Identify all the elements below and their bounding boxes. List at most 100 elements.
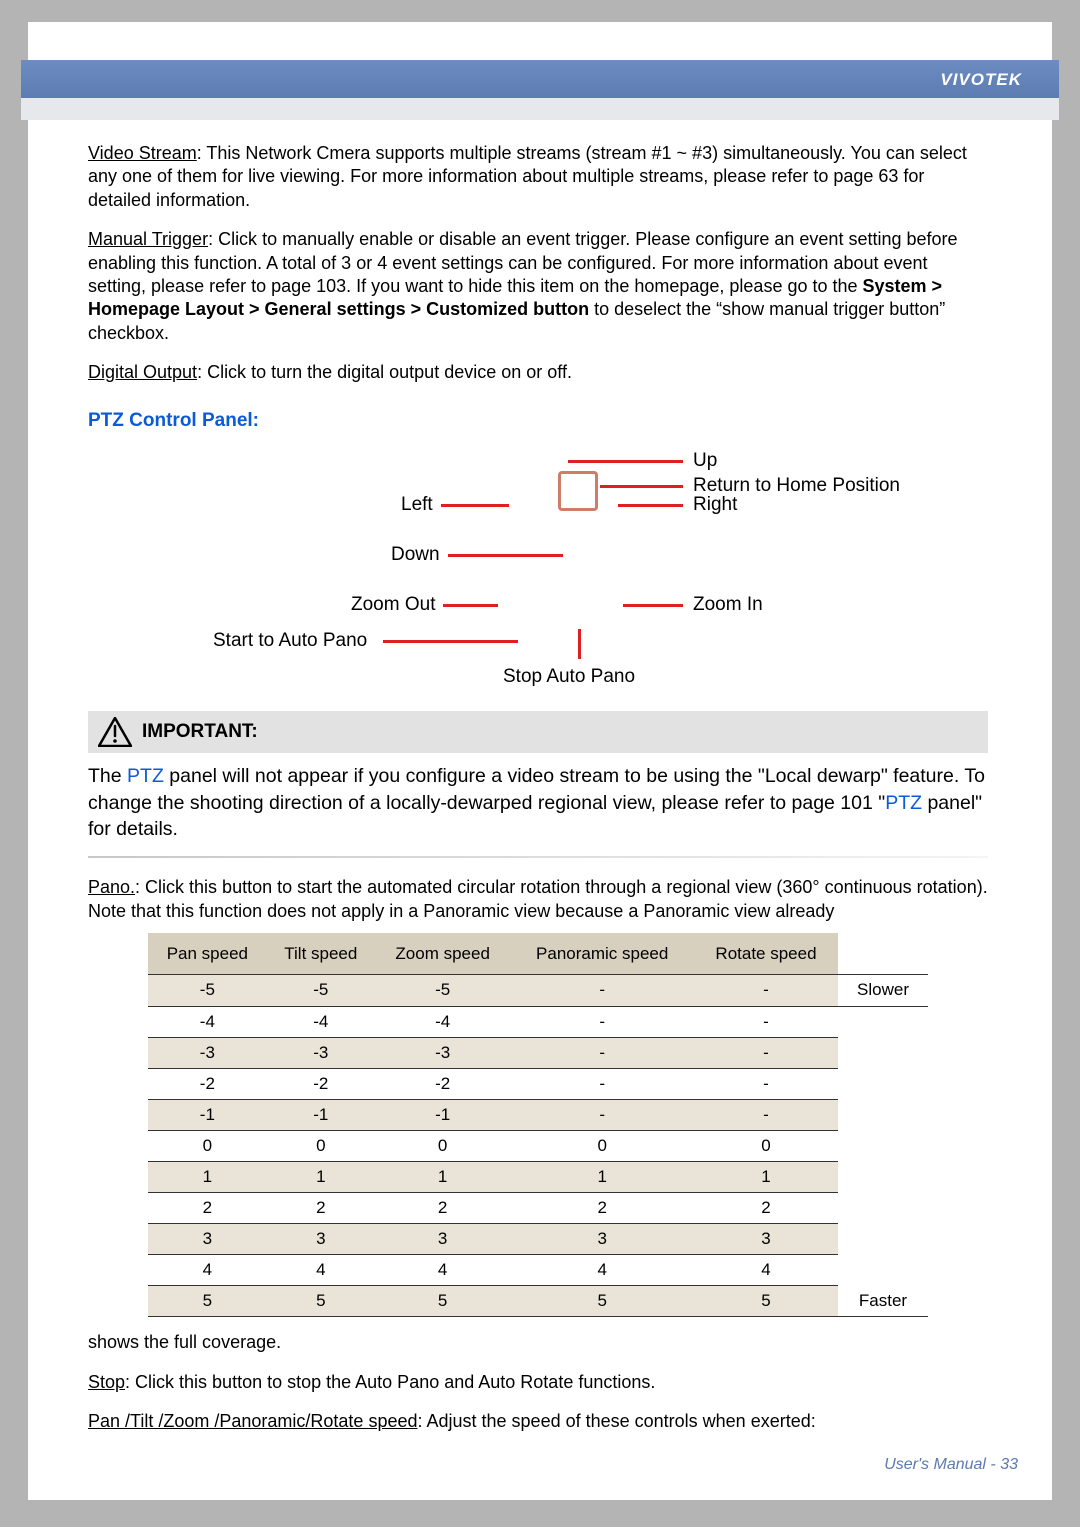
header-subband <box>21 98 1059 120</box>
table-cell: 1 <box>375 1161 510 1192</box>
table-cell: 5 <box>510 1286 694 1317</box>
table-cell: -2 <box>267 1068 375 1099</box>
speed-header: Rotate speed <box>694 933 838 975</box>
table-cell: 4 <box>267 1255 375 1286</box>
table-cell: -3 <box>148 1037 267 1068</box>
pano-text: : Click this button to start the automat… <box>88 877 988 920</box>
up-label: Up <box>693 449 717 474</box>
table-cell: 2 <box>694 1193 838 1224</box>
stop-paragraph: Stop: Click this button to stop the Auto… <box>88 1371 988 1394</box>
zoom-in-label: Zoom In <box>693 593 763 618</box>
up-connector <box>568 460 683 463</box>
speed-desc-text: : Adjust the speed of these controls whe… <box>417 1411 815 1431</box>
table-cell: - <box>510 975 694 1006</box>
table-cell: -2 <box>375 1068 510 1099</box>
table-row: 22222 <box>148 1193 928 1224</box>
table-cell: 3 <box>375 1224 510 1255</box>
table-cell: 0 <box>267 1130 375 1161</box>
manual-trigger-label: Manual Trigger <box>88 229 208 249</box>
table-cell: -2 <box>148 1068 267 1099</box>
page-footer: User's Manual - 33 <box>884 1456 1018 1474</box>
table-cell: -5 <box>267 975 375 1006</box>
speed-header: Zoom speed <box>375 933 510 975</box>
table-cell: - <box>510 1006 694 1037</box>
table-cell: 4 <box>375 1255 510 1286</box>
speed-header <box>838 933 928 975</box>
ptz-link-2[interactable]: PTZ <box>885 792 922 814</box>
down-label: Down <box>391 543 440 568</box>
table-cell: 4 <box>148 1255 267 1286</box>
speed-header: Panoramic speed <box>510 933 694 975</box>
table-row: 33333 <box>148 1224 928 1255</box>
table-cell: - <box>694 1037 838 1068</box>
table-cell: 3 <box>267 1224 375 1255</box>
important-box: IMPORTANT: <box>88 711 988 753</box>
main-content: Video Stream: This Network Cmera support… <box>88 142 988 1450</box>
table-cell: 2 <box>510 1193 694 1224</box>
pano-paragraph: Pano.: Click this button to start the au… <box>88 876 988 923</box>
table-row: -4-4-4-- <box>148 1006 928 1037</box>
table-cell: 4 <box>510 1255 694 1286</box>
table-cell: 2 <box>148 1193 267 1224</box>
table-cell: - <box>694 1006 838 1037</box>
stop-label: Stop <box>88 1372 125 1392</box>
table-row: -2-2-2-- <box>148 1068 928 1099</box>
stop-auto-pano-connector <box>578 629 581 659</box>
table-row: -1-1-1-- <box>148 1099 928 1130</box>
important-paragraph: The PTZ panel will not appear if you con… <box>88 763 988 842</box>
table-cell: - <box>694 1068 838 1099</box>
table-cell: -5 <box>375 975 510 1006</box>
ptz-diagram: Up Return to Home Position Left Right Do… <box>148 443 928 693</box>
speed-desc-label: Pan /Tilt /Zoom /Panoramic/Rotate speed <box>88 1411 417 1431</box>
video-stream-label: Video Stream <box>88 143 197 163</box>
table-cell: -3 <box>267 1037 375 1068</box>
manual-trigger-text-a: : Click to manually enable or disable an… <box>88 229 958 296</box>
zoom-out-connector <box>443 604 498 607</box>
end-col-spacer <box>838 1006 928 1286</box>
table-cell: -3 <box>375 1037 510 1068</box>
table-cell: - <box>694 975 838 1006</box>
table-cell: 3 <box>694 1224 838 1255</box>
warning-icon <box>98 717 132 747</box>
table-row: 00000 <box>148 1130 928 1161</box>
table-cell: - <box>510 1068 694 1099</box>
down-connector <box>448 554 563 557</box>
zoom-in-connector <box>623 604 683 607</box>
table-cell: 1 <box>267 1161 375 1192</box>
stop-auto-pano-label: Stop Auto Pano <box>503 665 635 690</box>
right-connector <box>618 504 683 507</box>
important-before: The <box>88 765 127 787</box>
table-cell: 2 <box>267 1193 375 1224</box>
manual-page: VIVOTEK Video Stream: This Network Cmera… <box>28 22 1052 1500</box>
stop-text: : Click this button to stop the Auto Pan… <box>125 1372 655 1392</box>
important-heading: IMPORTANT: <box>142 720 258 745</box>
table-cell: -1 <box>267 1099 375 1130</box>
digital-output-paragraph: Digital Output: Click to turn the digita… <box>88 361 988 384</box>
table-row: 11111 <box>148 1161 928 1192</box>
table-cell: 1 <box>694 1161 838 1192</box>
table-cell: 3 <box>148 1224 267 1255</box>
table-cell: 5 <box>694 1286 838 1317</box>
table-row: -3-3-3-- <box>148 1037 928 1068</box>
table-cell: 1 <box>148 1161 267 1192</box>
slower-label: Slower <box>838 975 928 1006</box>
start-auto-pano-connector <box>383 640 518 643</box>
speed-header: Pan speed <box>148 933 267 975</box>
ptz-link-1[interactable]: PTZ <box>127 765 164 787</box>
return-connector <box>600 485 683 488</box>
table-row: 44444 <box>148 1255 928 1286</box>
digital-output-label: Digital Output <box>88 362 197 382</box>
table-cell: -4 <box>148 1006 267 1037</box>
table-row: 55555Faster <box>148 1286 928 1317</box>
speed-header: Tilt speed <box>267 933 375 975</box>
after-table-text: shows the full coverage. <box>88 1331 988 1354</box>
table-cell: 0 <box>148 1130 267 1161</box>
table-cell: 4 <box>694 1255 838 1286</box>
table-cell: 2 <box>375 1193 510 1224</box>
video-stream-paragraph: Video Stream: This Network Cmera support… <box>88 142 988 212</box>
home-icon <box>558 471 598 511</box>
table-cell: 0 <box>375 1130 510 1161</box>
table-cell: 0 <box>694 1130 838 1161</box>
table-cell: - <box>510 1099 694 1130</box>
left-connector <box>441 504 509 507</box>
